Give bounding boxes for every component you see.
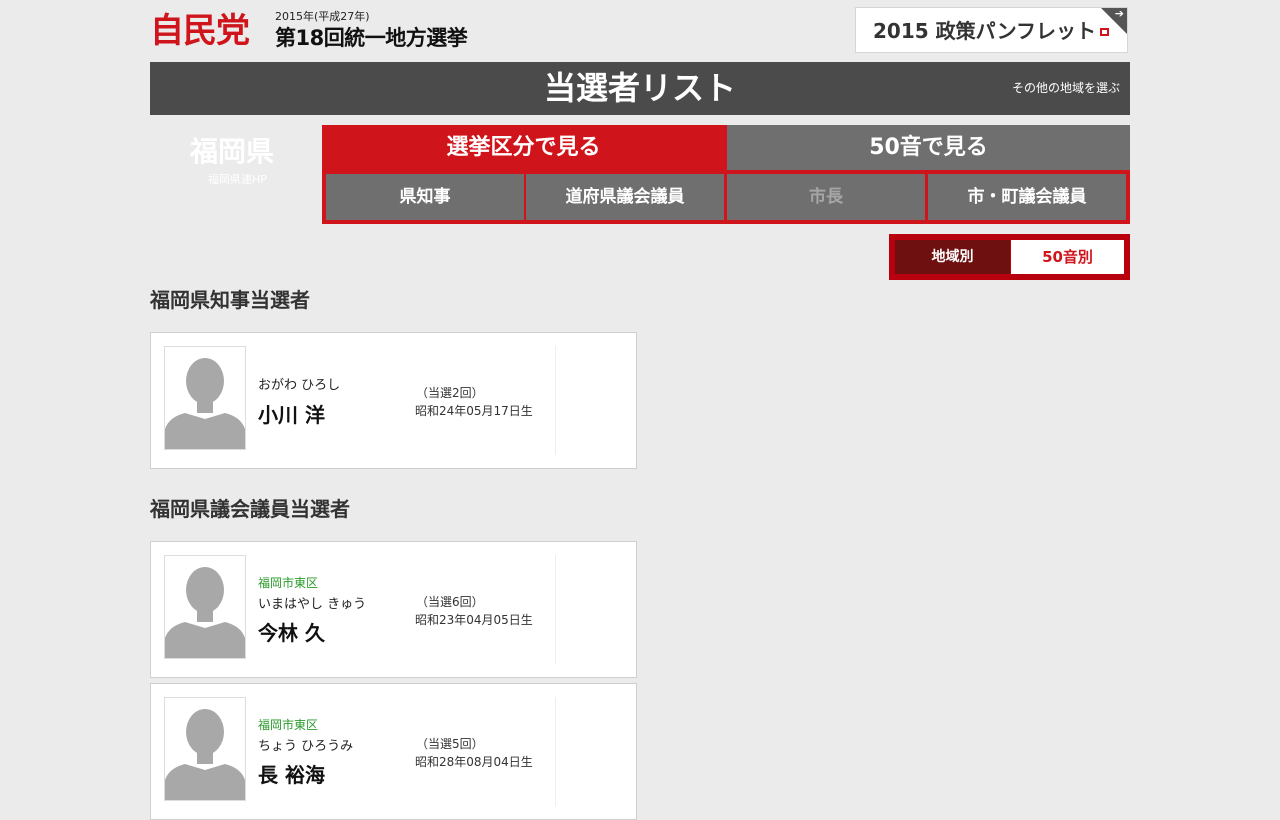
- candidate-area: 福岡市東区: [258, 718, 319, 732]
- candidate-birthdate: 昭和28年08月04日生: [415, 755, 533, 769]
- candidate-name: 長 裕海: [258, 763, 325, 787]
- subtab-prefectural-assembly[interactable]: 道府県議会議員: [526, 174, 724, 220]
- avatar-placeholder-icon: [164, 697, 246, 801]
- divider: [555, 555, 556, 664]
- category-tabs: 選挙区分で見る 50音で見る 県知事 道府県議会議員 市長 市・町議会議員: [322, 125, 1130, 224]
- candidate-card[interactable]: 福岡市東区 ちょう ひろうみ 長 裕海 （当選5回） 昭和28年08月04日生: [150, 683, 637, 820]
- tab-by-kana[interactable]: 50音で見る: [727, 125, 1130, 170]
- candidate-kana: ちょう ひろうみ: [258, 739, 354, 754]
- candidate-name: 小川 洋: [258, 403, 325, 427]
- avatar-placeholder-icon: [164, 346, 246, 450]
- policy-pamphlet-link[interactable]: 2015 政策パンフレット ➔: [855, 7, 1128, 53]
- prefecture-hp-link[interactable]: 福岡県連HP: [208, 171, 267, 187]
- candidate-birthdate: 昭和23年04月05日生: [415, 613, 533, 627]
- other-region-link[interactable]: その他の地域を選ぶ: [1012, 62, 1120, 115]
- subtab-governor[interactable]: 県知事: [326, 174, 524, 220]
- candidate-times-elected: （当選5回）: [416, 737, 484, 751]
- divider: [555, 346, 556, 455]
- candidate-card[interactable]: おがわ ひろし 小川 洋 （当選2回） 昭和24年05月17日生: [150, 332, 637, 469]
- subtab-mayor: 市長: [727, 174, 925, 220]
- sort-by-region-button[interactable]: 地域別: [895, 240, 1010, 274]
- section-title-governor: 福岡県知事当選者: [150, 288, 310, 312]
- divider: [555, 697, 556, 806]
- page-title: 当選者リスト: [543, 69, 736, 107]
- tab-by-election-type[interactable]: 選挙区分で見る: [322, 125, 725, 170]
- candidate-card[interactable]: 福岡市東区 いまはやし きゅう 今林 久 （当選6回） 昭和23年04月05日生: [150, 541, 637, 678]
- prefecture-name: 福岡県: [190, 135, 275, 168]
- candidate-birthdate: 昭和24年05月17日生: [415, 404, 533, 418]
- subtab-city-town-assembly[interactable]: 市・町議会議員: [928, 174, 1126, 220]
- arrow-right-icon: ➔: [1114, 7, 1124, 20]
- ldp-logo[interactable]: 自民党: [150, 11, 250, 51]
- pamphlet-label: 2015 政策パンフレット: [873, 19, 1097, 43]
- sort-toggle: 地域別 50音別: [889, 234, 1130, 280]
- title-bar: 当選者リスト その他の地域を選ぶ: [150, 62, 1130, 115]
- year-line: 2015年(平成27年): [275, 10, 370, 23]
- candidate-kana: おがわ ひろし: [258, 378, 341, 393]
- avatar-placeholder-icon: [164, 555, 246, 659]
- candidate-kana: いまはやし きゅう: [258, 597, 367, 612]
- sort-by-kana-button[interactable]: 50音別: [1011, 240, 1124, 274]
- page: 自民党 2015年(平成27年) 第18回統一地方選挙 2015 政策パンフレッ…: [150, 0, 1130, 820]
- election-title: 第18回統一地方選挙: [275, 26, 468, 50]
- candidate-name: 今林 久: [258, 621, 325, 645]
- candidate-area: 福岡市東区: [258, 576, 319, 590]
- section-title-prefectural-assembly: 福岡県議会議員当選者: [150, 497, 350, 521]
- candidate-times-elected: （当選2回）: [416, 386, 484, 400]
- candidate-times-elected: （当選6回）: [416, 595, 484, 609]
